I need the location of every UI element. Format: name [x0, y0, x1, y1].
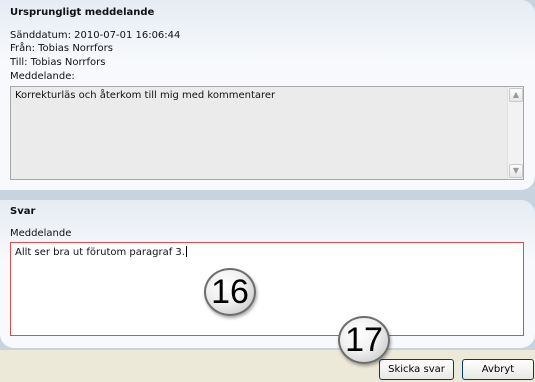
text-caret — [185, 246, 187, 257]
button-bar — [0, 350, 535, 382]
to-line: Till: Tobias Norrfors — [10, 57, 106, 68]
reply-message-textarea[interactable]: Allt ser bra ut förutom paragraf 3. — [10, 242, 524, 336]
scroll-up-arrow-icon[interactable]: ▲ — [509, 88, 523, 102]
reply-message-text: Allt ser bra ut förutom paragraf 3. — [15, 247, 185, 258]
original-message-title: Ursprungligt meddelande — [10, 7, 155, 18]
original-message-textarea[interactable]: Korrekturläs och återkom till mig med ko… — [10, 86, 524, 180]
original-message-label: Meddelande: — [10, 71, 75, 82]
callout-badge-17: 17 — [338, 316, 390, 364]
original-message-text: Korrekturläs och återkom till mig med ko… — [15, 90, 276, 101]
sent-date: Sänddatum: 2010-07-01 16:06:44 — [10, 30, 181, 41]
reply-title: Svar — [10, 206, 36, 217]
reply-message-label: Meddelande — [10, 228, 72, 239]
callout-badge-16: 16 — [204, 268, 256, 316]
send-reply-button[interactable]: Skicka svar — [379, 359, 454, 380]
scroll-down-arrow-icon[interactable]: ▼ — [509, 164, 523, 178]
original-message-panel: Ursprungligt meddelande Sänddatum: 2010-… — [0, 0, 535, 190]
cancel-button[interactable]: Avbryt — [462, 359, 534, 380]
from-line: Från: Tobias Norrfors — [10, 43, 113, 54]
original-message-scrollbar[interactable]: ▲ ▼ — [507, 87, 523, 179]
